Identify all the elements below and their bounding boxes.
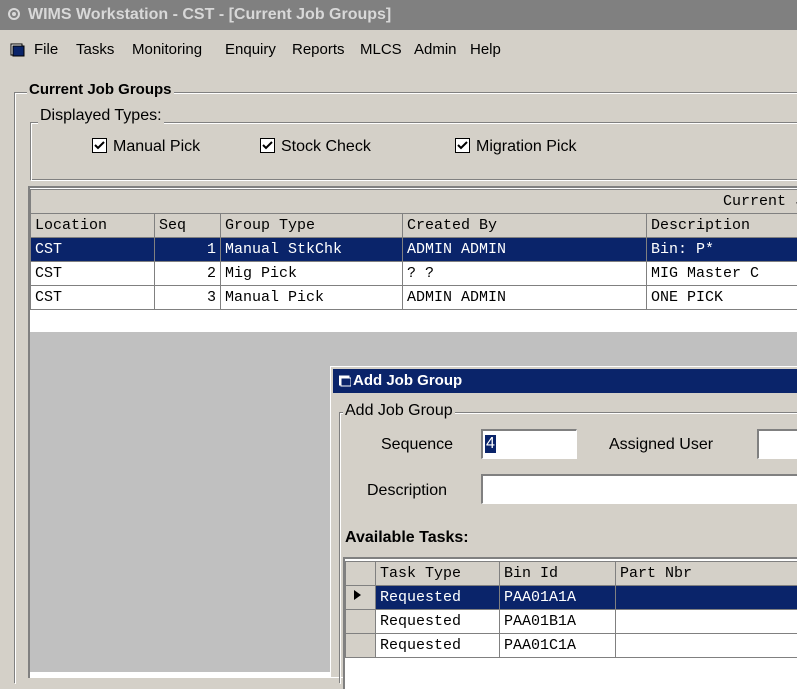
cell-part-nbr [616,586,797,610]
window-title: WIMS Workstation - CST - [Current Job Gr… [28,6,391,24]
menu-file[interactable]: File [34,41,58,58]
cell-description: MIG Master C [647,262,797,286]
menu-monitoring[interactable]: Monitoring [132,41,202,58]
migration-pick-label: Migration Pick [476,138,576,155]
menu-bar: File Tasks Monitoring Enquiry Reports ML… [0,30,797,70]
menu-help[interactable]: Help [470,41,501,58]
cell-created-by: ADMIN ADMIN [403,238,647,262]
current-row-arrow-icon [346,588,368,602]
available-tasks-table[interactable]: Task Type Bin Id Part Nbr Requested PAA0… [345,561,797,658]
assigned-user-input[interactable] [757,429,797,459]
menu-enquiry[interactable]: Enquiry [225,41,276,58]
column-header-bin-id[interactable]: Bin Id [500,562,616,586]
cell-bin-id: PAA01B1A [500,610,616,634]
manual-pick-checkbox[interactable]: Manual Pick [92,136,200,156]
displayed-types-label: Displayed Types: [38,107,164,125]
dialog-title: Add Job Group [353,372,462,389]
cell-location: CST [31,262,155,286]
cell-part-nbr [616,610,797,634]
table-row[interactable]: Requested PAA01B1A [346,610,797,634]
cell-location: CST [31,286,155,310]
grid-caption: Current J [31,190,797,214]
menu-admin[interactable]: Admin [414,41,457,58]
menu-tasks[interactable]: Tasks [76,41,114,58]
checkbox-check-icon [92,138,107,153]
column-header-description[interactable]: Description [647,214,797,238]
cell-bin-id: PAA01C1A [500,634,616,658]
cell-description: Bin: P* [647,238,797,262]
menu-mlcs[interactable]: MLCS [360,41,402,58]
row-selector[interactable] [346,634,376,658]
add-job-group-frame-title: Add Job Group [343,402,455,420]
column-header-task-type[interactable]: Task Type [376,562,500,586]
table-row[interactable]: Requested PAA01C1A [346,634,797,658]
grid-caption-row: Current J [31,190,797,214]
cell-group-type: Manual StkChk [221,238,403,262]
cell-task-type: Requested [376,634,500,658]
cell-group-type: Manual Pick [221,286,403,310]
tasks-header-row: Task Type Bin Id Part Nbr [346,562,797,586]
description-label: Description [367,482,447,500]
dialog-window-icon [339,375,351,387]
table-row[interactable]: CST 2 Mig Pick ? ? MIG Master C [31,262,797,286]
job-groups-frame-title: Current Job Groups [27,81,174,98]
app-gear-icon [6,6,22,22]
cell-seq: 1 [155,238,221,262]
menu-reports[interactable]: Reports [292,41,345,58]
row-header-corner [346,562,376,586]
migration-pick-checkbox[interactable]: Migration Pick [455,136,576,156]
column-header-part-nbr[interactable]: Part Nbr [616,562,797,586]
cell-task-type: Requested [376,586,500,610]
table-row[interactable]: Requested PAA01A1A [346,586,797,610]
cell-description: ONE PICK [647,286,797,310]
add-job-group-dialog: Add Job Group Add Job Group Sequence 4 A… [330,366,797,677]
cell-task-type: Requested [376,610,500,634]
sequence-label: Sequence [381,436,453,454]
window-titlebar: WIMS Workstation - CST - [Current Job Gr… [0,0,797,30]
cell-seq: 3 [155,286,221,310]
stock-check-label: Stock Check [281,138,371,155]
table-row[interactable]: CST 3 Manual Pick ADMIN ADMIN ONE PICK [31,286,797,310]
assigned-user-label: Assigned User [609,436,713,454]
cell-seq: 2 [155,262,221,286]
column-header-group-type[interactable]: Group Type [221,214,403,238]
cell-group-type: Mig Pick [221,262,403,286]
cell-created-by: ? ? [403,262,647,286]
sequence-value: 4 [485,435,496,453]
cell-bin-id: PAA01A1A [500,586,616,610]
cell-created-by: ADMIN ADMIN [403,286,647,310]
cell-location: CST [31,238,155,262]
document-icon[interactable] [10,42,26,58]
column-header-created-by[interactable]: Created By [403,214,647,238]
column-header-seq[interactable]: Seq [155,214,221,238]
sequence-input[interactable]: 4 [481,429,577,459]
job-groups-table[interactable]: Current J Location Seq Group Type Create… [30,189,797,310]
dialog-titlebar[interactable]: Add Job Group [333,369,797,393]
stock-check-checkbox[interactable]: Stock Check [260,136,371,156]
row-selector[interactable] [346,586,376,610]
table-row[interactable]: CST 1 Manual StkChk ADMIN ADMIN Bin: P* [31,238,797,262]
description-input[interactable] [481,474,797,504]
available-tasks-label: Available Tasks: [345,529,469,547]
checkbox-check-icon [455,138,470,153]
grid-header-row: Location Seq Group Type Created By Descr… [31,214,797,238]
column-header-location[interactable]: Location [31,214,155,238]
manual-pick-label: Manual Pick [113,138,200,155]
row-selector[interactable] [346,610,376,634]
checkbox-check-icon [260,138,275,153]
cell-part-nbr [616,634,797,658]
